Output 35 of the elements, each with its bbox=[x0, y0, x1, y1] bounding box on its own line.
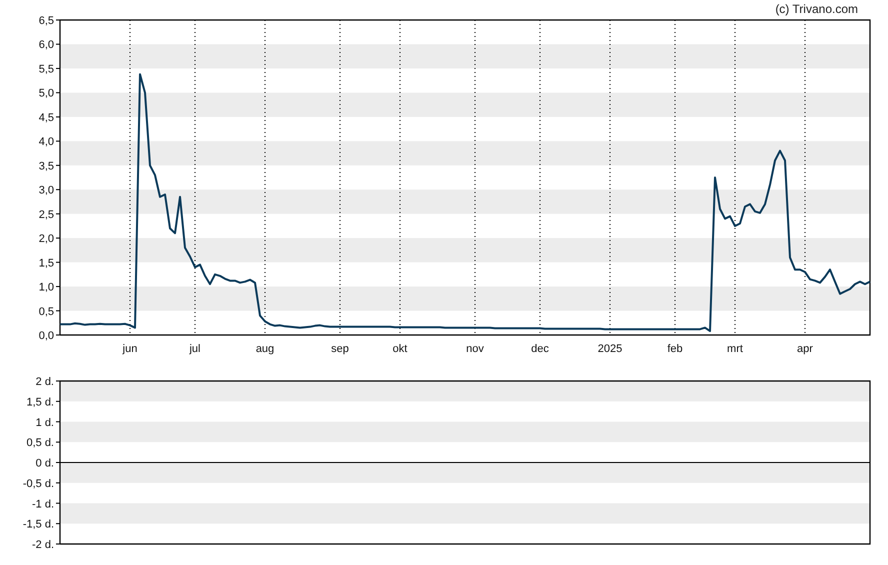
y-axis-label: 2,5 bbox=[38, 208, 54, 221]
y-axis-label: 2,0 bbox=[38, 233, 54, 246]
y-axis-label: 4,0 bbox=[38, 136, 54, 148]
y-axis-label: 0,0 bbox=[38, 330, 54, 342]
y-axis-label: -0,5 d. bbox=[22, 478, 54, 490]
y-axis-label: 5,5 bbox=[38, 63, 54, 76]
y-axis-label: 3,5 bbox=[38, 160, 54, 172]
x-axis-label: mrt bbox=[727, 343, 743, 355]
x-axis-label: 2025 bbox=[598, 343, 622, 355]
y-axis-label: 4,5 bbox=[38, 112, 54, 124]
y-axis-label: 6,5 bbox=[38, 15, 54, 27]
y-axis-label: 1,0 bbox=[38, 282, 54, 294]
y-axis-label: 0,5 d. bbox=[26, 437, 54, 450]
x-axis-label: apr bbox=[797, 343, 813, 355]
x-axis-label: dec bbox=[531, 343, 549, 355]
y-axis-label: 1,5 d. bbox=[26, 396, 54, 408]
y-axis-label: 2 d. bbox=[36, 376, 54, 388]
y-axis-label: 6,0 bbox=[38, 39, 54, 52]
x-axis-label: sep bbox=[331, 343, 349, 355]
x-axis-label: feb bbox=[667, 343, 683, 355]
y-axis-label: 3,0 bbox=[38, 184, 54, 197]
y-axis-label: -2 d. bbox=[32, 539, 54, 551]
x-axis-label: jul bbox=[190, 343, 200, 355]
y-axis-label: 0 d. bbox=[36, 458, 54, 470]
y-axis-label: 5,0 bbox=[38, 88, 54, 100]
y-axis-label: 0,5 bbox=[38, 306, 54, 318]
y-axis-label: 1 d. bbox=[36, 416, 54, 429]
y-axis-label: -1,5 d. bbox=[22, 518, 54, 531]
copyright-text: (c) Trivano.com bbox=[775, 2, 858, 14]
y-axis-label: 1,5 bbox=[38, 257, 54, 270]
y-axis-label: -1 d. bbox=[32, 498, 54, 510]
x-axis-label: jun bbox=[122, 343, 138, 355]
x-axis-label: okt bbox=[392, 343, 408, 355]
x-axis-label: aug bbox=[256, 343, 274, 355]
x-axis-label: nov bbox=[466, 343, 484, 355]
